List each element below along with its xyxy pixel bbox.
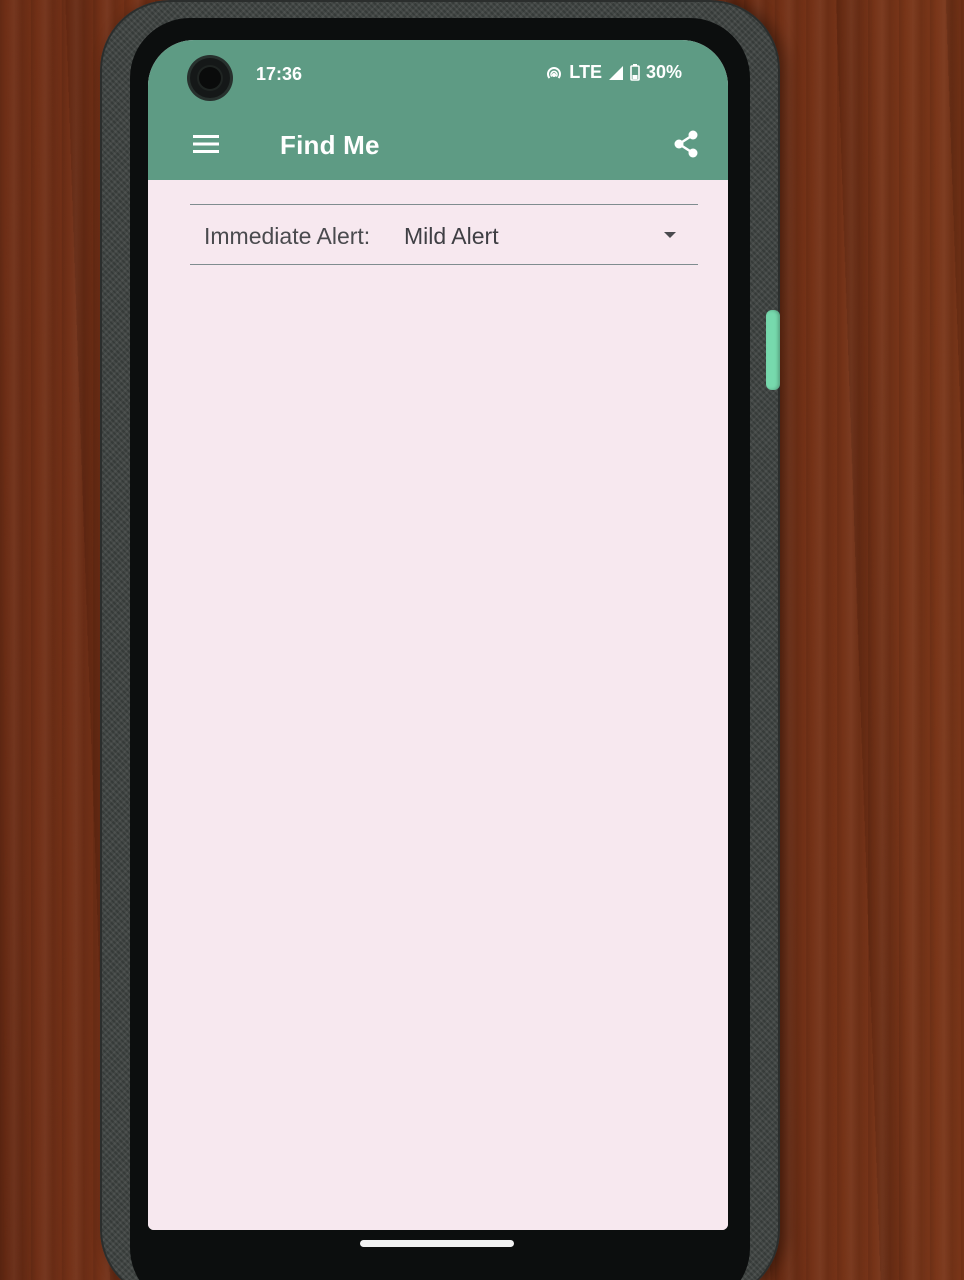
phone-power-button [766,310,780,390]
app-toolbar: Find Me [148,112,728,180]
immediate-alert-row: Immediate Alert: Mild Alert [204,216,684,256]
page-title: Find Me [280,130,380,160]
battery-percent: 30% [645,62,682,82]
menu-icon [192,133,220,160]
front-camera [190,58,230,98]
main-content: Immediate Alert: Mild Alert [148,180,728,1230]
signal-icon [608,65,624,81]
share-button[interactable] [668,128,704,164]
top-divider [190,204,698,205]
dropdown-arrow-icon [664,232,676,238]
battery-icon [630,64,640,81]
status-bar: 17:36 LTE 30% [148,40,728,112]
share-icon [672,129,700,164]
alert-level-value: Mild Alert [404,222,499,249]
alert-level-dropdown[interactable]: Mild Alert [404,216,684,256]
status-time: 17:36 [256,64,303,84]
status-icons: LTE 30% [545,62,682,83]
navigation-handle[interactable] [360,1240,514,1247]
hotspot-icon [545,64,563,82]
immediate-alert-label: Immediate Alert: [204,222,371,249]
network-type: LTE [569,62,602,82]
phone-screen: 17:36 LTE 30% Find Me Immediate Alert: M… [148,40,728,1230]
bottom-divider [190,264,698,265]
menu-button[interactable] [190,130,222,162]
